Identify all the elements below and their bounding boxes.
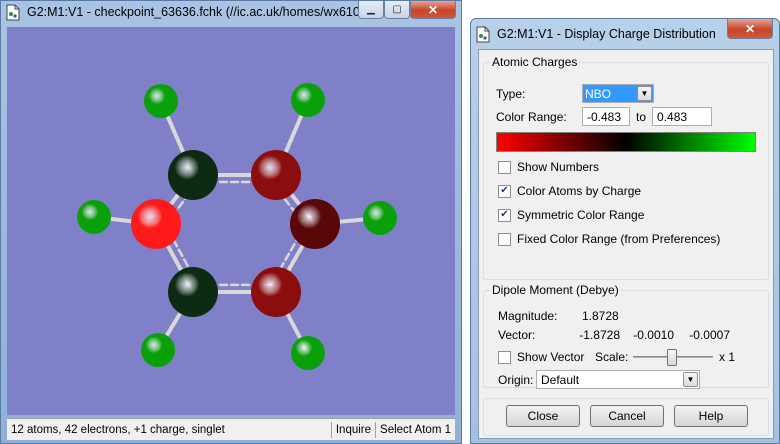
close-icon: ✕: [427, 2, 439, 17]
status-mode: Inquire: [335, 423, 372, 436]
range-max-input[interactable]: 0.483: [652, 107, 713, 126]
range-to-label: to: [636, 109, 647, 124]
slider-thumb[interactable]: [667, 349, 677, 366]
carbon-atom[interactable]: [168, 150, 218, 200]
molecule-canvas[interactable]: [7, 27, 455, 415]
molecule-viewport[interactable]: [7, 27, 455, 415]
carbon-atom[interactable]: [290, 199, 340, 249]
dialog-body: Atomic Charges Type: NBO ▼ Color Range: …: [478, 49, 774, 439]
hydrogen-atom[interactable]: [77, 200, 111, 234]
show-numbers-row[interactable]: Show Numbers: [498, 160, 599, 174]
carbon-atom[interactable]: [168, 267, 218, 317]
color-atoms-row[interactable]: ✔ Color Atoms by Charge: [498, 184, 641, 198]
carbon-atom[interactable]: [251, 267, 301, 317]
hydrogen-atom[interactable]: [144, 84, 178, 118]
type-row: Type: NBO ▼: [496, 84, 654, 103]
vector-row: Vector: -1.8728 -0.0010 -0.0007: [498, 328, 730, 342]
color-range-row: Color Range: -0.483 to 0.483: [496, 107, 713, 126]
fixed-range-checkbox[interactable]: [498, 232, 511, 246]
scale-slider[interactable]: [633, 348, 713, 366]
show-vector-checkbox[interactable]: [498, 350, 511, 364]
charge-type-select[interactable]: NBO ▼: [582, 84, 654, 103]
vector-y: -0.0010: [633, 328, 674, 342]
type-label: Type:: [496, 86, 526, 101]
origin-value: Default: [541, 372, 580, 387]
status-bar: 12 atoms, 42 electrons, +1 charge, singl…: [7, 418, 455, 440]
cancel-button[interactable]: Cancel: [590, 405, 664, 427]
show-vector-label: Show Vector: [517, 350, 585, 364]
nitrogen-atom[interactable]: [131, 199, 181, 249]
atomic-charges-label: Atomic Charges: [490, 55, 580, 69]
magnitude-label: Magnitude:: [498, 309, 558, 323]
gaussview-document-icon: [475, 26, 491, 43]
close-button[interactable]: Close: [506, 405, 580, 427]
carbon-atom[interactable]: [251, 150, 301, 200]
symmetric-range-label: Symmetric Color Range: [517, 208, 645, 222]
minimize-icon: ▁: [367, 4, 375, 15]
show-numbers-checkbox[interactable]: [498, 160, 511, 174]
maximize-icon: ▢: [392, 4, 402, 15]
fixed-range-label: Fixed Color Range (from Preferences): [517, 232, 721, 246]
hydrogen-atom[interactable]: [141, 333, 175, 367]
color-range-label: Color Range:: [496, 109, 567, 124]
symmetric-range-row[interactable]: ✔ Symmetric Color Range: [498, 208, 644, 222]
show-numbers-label: Show Numbers: [517, 160, 600, 174]
vector-z: -0.0007: [689, 328, 730, 342]
color-atoms-checkbox[interactable]: ✔: [498, 184, 511, 198]
status-action: Select Atom 1: [380, 423, 451, 436]
scale-value: x 1: [719, 350, 736, 364]
vector-label: Vector:: [498, 328, 536, 342]
magnitude-row: Magnitude: 1.8728: [498, 309, 619, 323]
origin-row: Origin: Default ▼: [498, 370, 700, 389]
hydrogen-atom[interactable]: [291, 336, 325, 370]
origin-select[interactable]: Default ▼: [536, 370, 700, 389]
status-info: 12 atoms, 42 electrons, +1 charge, singl…: [11, 423, 225, 436]
fixed-range-row[interactable]: Fixed Color Range (from Preferences): [498, 232, 720, 246]
dipole-moment-group: Dipole Moment (Debye) Magnitude: 1.8728 …: [483, 283, 769, 389]
button-bar: Close Cancel Help: [483, 398, 769, 436]
atomic-charges-group: Atomic Charges Type: NBO ▼ Color Range: …: [483, 55, 769, 280]
dipole-moment-label: Dipole Moment (Debye): [490, 283, 621, 297]
vector-x: -1.8728: [579, 328, 620, 342]
charge-type-value: NBO: [585, 86, 612, 101]
scale-label: Scale:: [595, 350, 629, 364]
close-window-button[interactable]: ✕: [410, 1, 456, 19]
show-vector-row: Show Vector Scale: x 1: [498, 348, 735, 366]
hydrogen-atom[interactable]: [363, 201, 397, 235]
color-atoms-label: Color Atoms by Charge: [517, 184, 642, 198]
color-gradient-bar: [496, 132, 756, 152]
range-min-input[interactable]: -0.483: [582, 107, 630, 126]
viewer-title: G2:M1:V1 - checkpoint_63636.fchk (//ic.a…: [27, 5, 367, 19]
chevron-down-icon[interactable]: ▼: [637, 86, 652, 101]
dialog-title: G2:M1:V1 - Display Charge Distribution: [497, 27, 716, 41]
help-button[interactable]: Help: [674, 405, 748, 427]
minimize-button[interactable]: ▁: [358, 1, 384, 19]
molecule-viewer-window: G2:M1:V1 - checkpoint_63636.fchk (//ic.a…: [0, 0, 462, 444]
magnitude-value: 1.8728: [582, 309, 619, 323]
maximize-button[interactable]: ▢: [384, 1, 410, 19]
hydrogen-atom[interactable]: [291, 83, 325, 117]
gaussview-document-icon: [5, 4, 21, 21]
close-icon: ✕: [744, 21, 756, 36]
dialog-close-button[interactable]: ✕: [727, 19, 773, 39]
symmetric-range-checkbox[interactable]: ✔: [498, 208, 511, 222]
charge-distribution-dialog: G2:M1:V1 - Display Charge Distribution ✕…: [470, 18, 780, 444]
chevron-down-icon[interactable]: ▼: [683, 372, 698, 387]
origin-label: Origin:: [498, 372, 534, 387]
